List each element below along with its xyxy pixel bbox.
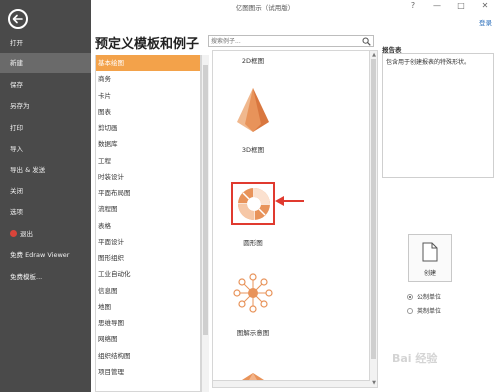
create-label: 创建 bbox=[423, 270, 436, 277]
search-input[interactable] bbox=[209, 36, 359, 46]
search-box bbox=[208, 35, 374, 47]
help-button[interactable]: ? bbox=[406, 0, 420, 12]
template-label-circular[interactable]: 圆形图 bbox=[213, 237, 293, 247]
scrollbar-thumb[interactable] bbox=[203, 65, 208, 335]
imperial-units-option[interactable]: 英制单位 bbox=[407, 306, 441, 315]
template-label-3d[interactable]: 3D框图 bbox=[213, 144, 293, 154]
illustration-diagram-icon[interactable] bbox=[233, 273, 273, 313]
category-item[interactable]: 商务 bbox=[96, 71, 200, 87]
category-item[interactable]: 基本绘图 bbox=[96, 55, 200, 72]
arrow-left-icon bbox=[12, 14, 23, 24]
category-item[interactable]: 图形组织 bbox=[96, 250, 200, 266]
imperial-radio[interactable] bbox=[407, 307, 413, 314]
login-link[interactable]: 登录 bbox=[479, 17, 492, 27]
template-hscrollbar[interactable] bbox=[213, 380, 370, 387]
window-controls: ? — □ ✕ bbox=[406, 0, 492, 12]
window-title: 亿图图示（试用版） bbox=[235, 4, 295, 12]
circular-diagram-icon bbox=[238, 188, 270, 220]
3d-pyramid-icon[interactable] bbox=[233, 86, 273, 136]
close-button[interactable]: ✕ bbox=[478, 0, 492, 12]
sidebar-item-close[interactable]: 关闭 bbox=[0, 181, 91, 201]
sidebar-item-free-templates[interactable]: 免费模板... bbox=[0, 267, 91, 287]
sidebar: 打开 新建 保存 另存为 打印 导入 导出 & 发送 关闭 选项 退出 免费 E… bbox=[0, 0, 91, 392]
category-item[interactable]: 工业自动化 bbox=[96, 266, 200, 282]
sidebar-item-new[interactable]: 新建 bbox=[0, 53, 91, 73]
category-item[interactable]: 网络图 bbox=[96, 331, 200, 347]
category-item[interactable]: 地图 bbox=[96, 299, 200, 315]
category-item[interactable]: 平面布局图 bbox=[96, 185, 200, 201]
page-title: 预定义模板和例子 bbox=[95, 37, 200, 52]
category-item[interactable]: 卡片 bbox=[96, 88, 200, 104]
scrollbar-thumb[interactable] bbox=[371, 59, 376, 359]
sidebar-item-label: 退出 bbox=[20, 230, 33, 238]
category-item[interactable]: 表格 bbox=[96, 218, 200, 234]
category-item[interactable]: 图表 bbox=[96, 104, 200, 120]
metric-radio[interactable] bbox=[407, 293, 413, 300]
category-item[interactable]: 工程 bbox=[96, 153, 200, 169]
category-item[interactable]: 剪切画 bbox=[96, 120, 200, 136]
create-button[interactable]: 创建 bbox=[408, 234, 452, 282]
category-item[interactable]: 思维导图 bbox=[96, 315, 200, 331]
sidebar-item-save-as[interactable]: 另存为 bbox=[0, 96, 91, 116]
scroll-down-icon[interactable]: ▼ bbox=[371, 380, 377, 386]
category-item[interactable]: 流程图 bbox=[96, 201, 200, 217]
sidebar-item-print[interactable]: 打印 bbox=[0, 118, 91, 138]
metric-units-option[interactable]: 公制单位 bbox=[407, 292, 441, 301]
template-panel: 2D框图 3D框图 圆形图 图解示意图 ▲ ▼ bbox=[212, 50, 378, 388]
template-scrollbar[interactable]: ▲ ▼ bbox=[369, 51, 377, 387]
category-scrollbar[interactable] bbox=[201, 55, 209, 392]
maximize-button[interactable]: □ bbox=[454, 0, 468, 12]
category-item[interactable]: 项目管理 bbox=[96, 364, 200, 380]
description-text: 包含用于创建报表的特殊形状。 bbox=[386, 59, 471, 66]
watermark: Bai 经验 bbox=[392, 352, 438, 365]
sidebar-item-import[interactable]: 导入 bbox=[0, 139, 91, 159]
sidebar-item-save[interactable]: 保存 bbox=[0, 75, 91, 95]
template-circular-selected[interactable] bbox=[231, 182, 275, 225]
back-button[interactable] bbox=[8, 9, 28, 29]
sidebar-item-exit[interactable]: 退出 bbox=[0, 224, 91, 244]
category-list: 基本绘图 商务 卡片 图表 剪切画 数据库 工程 时装设计 平面布局图 流程图 … bbox=[95, 55, 201, 392]
description-box: 包含用于创建报表的特殊形状。 bbox=[382, 53, 494, 178]
exit-icon bbox=[10, 229, 17, 237]
search-icon[interactable] bbox=[362, 37, 371, 46]
sidebar-item-open[interactable]: 打开 bbox=[0, 33, 91, 53]
imperial-label: 英制单位 bbox=[417, 308, 442, 315]
category-item[interactable]: 时装设计 bbox=[96, 169, 200, 185]
category-item[interactable]: 平面设计 bbox=[96, 234, 200, 250]
sidebar-item-edraw-viewer[interactable]: 免费 Edraw Viewer bbox=[0, 245, 91, 265]
category-item[interactable]: 组织结构图 bbox=[96, 348, 200, 364]
sidebar-item-options[interactable]: 选项 bbox=[0, 202, 91, 222]
metric-label: 公制单位 bbox=[417, 294, 442, 301]
template-label-2d[interactable]: 2D框图 bbox=[213, 55, 293, 65]
arrow-left-icon bbox=[275, 196, 304, 206]
new-document-icon bbox=[422, 242, 438, 262]
minimize-button[interactable]: — bbox=[430, 0, 444, 12]
scroll-up-icon[interactable]: ▲ bbox=[371, 52, 377, 58]
category-item[interactable]: 数据库 bbox=[96, 136, 200, 152]
sidebar-item-export-send[interactable]: 导出 & 发送 bbox=[0, 160, 91, 180]
category-item[interactable]: 信息图 bbox=[96, 283, 200, 299]
template-label-illustration[interactable]: 图解示意图 bbox=[213, 327, 293, 337]
